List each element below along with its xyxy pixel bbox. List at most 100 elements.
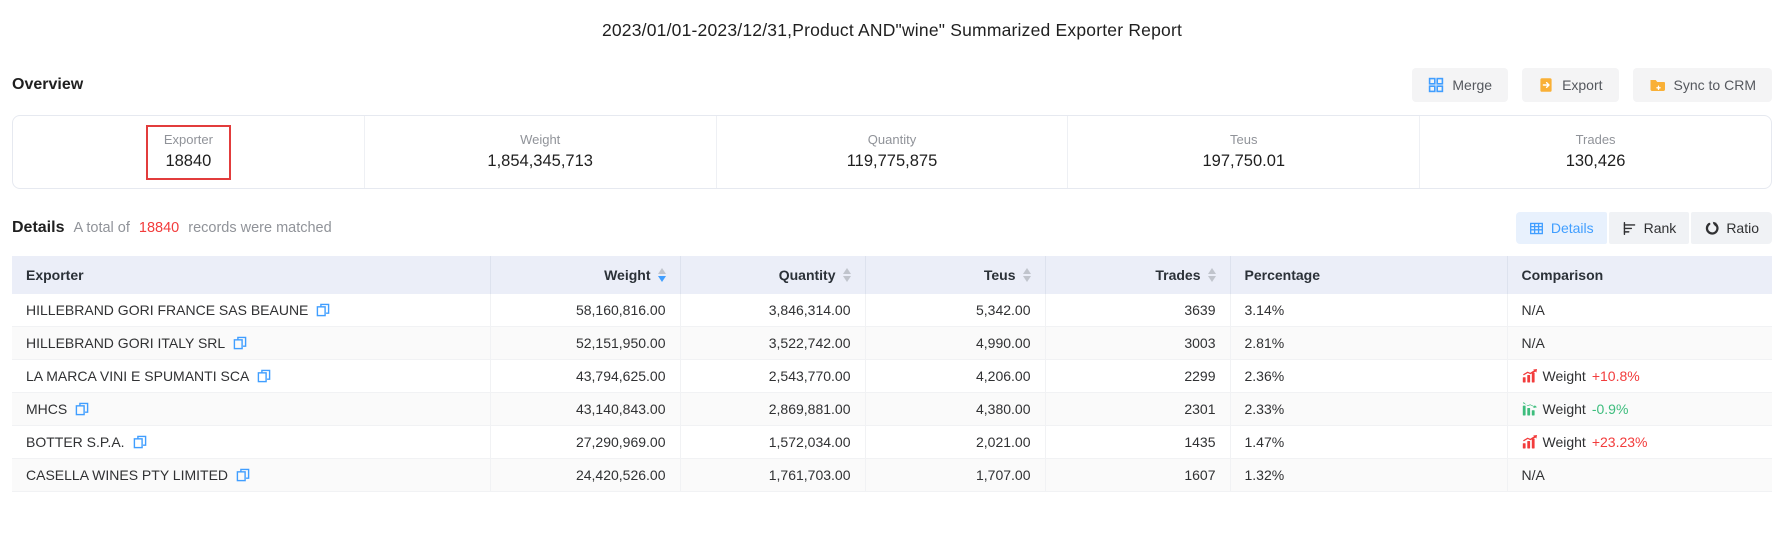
exporter-cell: MHCS	[12, 393, 490, 426]
copy-icon[interactable]	[316, 303, 330, 317]
overview-bar: Overview Merge Export Sync to CRM	[12, 68, 1772, 102]
comparison-na: N/A	[1522, 302, 1545, 318]
column-header-exporter: Exporter	[12, 256, 490, 294]
table-body: HILLEBRAND GORI FRANCE SAS BEAUNE 58,160…	[12, 294, 1772, 492]
tab-label: Details	[1551, 220, 1594, 236]
stat-value: 18840	[164, 152, 213, 171]
trades-cell: 2301	[1045, 393, 1230, 426]
quantity-cell: 1,761,703.00	[680, 459, 865, 492]
column-label: Comparison	[1522, 267, 1604, 283]
tab-details[interactable]: Details	[1516, 212, 1607, 244]
folder-sync-icon	[1649, 77, 1666, 93]
exporter-cell: LA MARCA VINI E SPUMANTI SCA	[12, 360, 490, 393]
percentage-cell: 1.47%	[1230, 426, 1507, 459]
sort-control[interactable]	[1208, 268, 1216, 282]
stat-highlight-box: Exporter 18840	[146, 125, 231, 180]
column-label: Percentage	[1245, 267, 1320, 283]
view-switcher: Details Rank Ratio	[1516, 212, 1772, 244]
comparison-up: Weight +23.23%	[1522, 434, 1759, 450]
exporter-name: MHCS	[26, 401, 67, 417]
details-summary: Details A total of 18840 records were ma…	[12, 219, 332, 237]
column-header-quantity[interactable]: Quantity	[680, 256, 865, 294]
stat-box: Weight 1,854,345,713	[469, 125, 611, 180]
sync-to-crm-button[interactable]: Sync to CRM	[1633, 68, 1772, 102]
sort-caret-up-icon	[1023, 268, 1031, 274]
sort-caret-down-icon	[1023, 276, 1031, 282]
details-heading: Details	[12, 219, 64, 237]
quantity-cell: 1,572,034.00	[680, 426, 865, 459]
sync-to-crm-button-label: Sync to CRM	[1674, 77, 1756, 93]
tab-ratio[interactable]: Ratio	[1691, 212, 1772, 244]
exporter-name: LA MARCA VINI E SPUMANTI SCA	[26, 368, 249, 384]
weight-cell: 24,420,526.00	[490, 459, 680, 492]
percentage-cell: 2.36%	[1230, 360, 1507, 393]
column-header-comparison: Comparison	[1507, 256, 1772, 294]
summary-suffix: records were matched	[188, 220, 331, 236]
stat-weight: Weight 1,854,345,713	[364, 116, 716, 188]
quantity-cell: 2,543,770.00	[680, 360, 865, 393]
trades-cell: 1435	[1045, 426, 1230, 459]
export-button[interactable]: Export	[1522, 68, 1618, 102]
trades-cell: 3639	[1045, 294, 1230, 327]
rank-icon	[1622, 221, 1637, 236]
column-header-teus[interactable]: Teus	[865, 256, 1045, 294]
stat-label: Trades	[1566, 132, 1626, 147]
quantity-cell: 3,522,742.00	[680, 327, 865, 360]
table-icon	[1529, 221, 1544, 236]
column-header-weight[interactable]: Weight	[490, 256, 680, 294]
weight-cell: 27,290,969.00	[490, 426, 680, 459]
stat-label: Quantity	[847, 132, 938, 147]
column-label: Exporter	[26, 267, 84, 283]
tab-label: Ratio	[1726, 220, 1759, 236]
export-icon	[1538, 77, 1554, 93]
sort-caret-down-icon	[843, 276, 851, 282]
copy-icon[interactable]	[257, 369, 271, 383]
sort-caret-down-icon	[1208, 276, 1216, 282]
ratio-icon	[1704, 221, 1719, 236]
exporter-cell: CASELLA WINES PTY LIMITED	[12, 459, 490, 492]
table-row: LA MARCA VINI E SPUMANTI SCA 43,794,625.…	[12, 360, 1772, 393]
weight-cell: 52,151,950.00	[490, 327, 680, 360]
exporter-cell: BOTTER S.P.A.	[12, 426, 490, 459]
stat-label: Weight	[487, 132, 593, 147]
table-row: HILLEBRAND GORI FRANCE SAS BEAUNE 58,160…	[12, 294, 1772, 327]
sort-control[interactable]	[1023, 268, 1031, 282]
teus-cell: 5,342.00	[865, 294, 1045, 327]
column-label: Teus	[984, 267, 1016, 283]
page-title: 2023/01/01-2023/12/31,Product AND"wine" …	[0, 0, 1784, 41]
percentage-cell: 1.32%	[1230, 459, 1507, 492]
exporter-name: BOTTER S.P.A.	[26, 434, 125, 450]
merge-button[interactable]: Merge	[1412, 68, 1508, 102]
column-header-trades[interactable]: Trades	[1045, 256, 1230, 294]
table-row: HILLEBRAND GORI ITALY SRL 52,151,950.00 …	[12, 327, 1772, 360]
trend-down-icon	[1522, 402, 1537, 416]
sort-caret-up-icon	[1208, 268, 1216, 274]
stat-label: Teus	[1202, 132, 1285, 147]
stat-box: Trades 130,426	[1548, 125, 1644, 180]
copy-icon[interactable]	[75, 402, 89, 416]
copy-icon[interactable]	[133, 435, 147, 449]
percentage-cell: 3.14%	[1230, 294, 1507, 327]
exporter-report-page: 2023/01/01-2023/12/31,Product AND"wine" …	[0, 0, 1784, 547]
copy-icon[interactable]	[233, 336, 247, 350]
trades-cell: 3003	[1045, 327, 1230, 360]
comparison-cell: Weight +23.23%	[1507, 426, 1772, 459]
sort-control[interactable]	[843, 268, 851, 282]
trades-cell: 1607	[1045, 459, 1230, 492]
table-row: BOTTER S.P.A. 27,290,969.00 1,572,034.00…	[12, 426, 1772, 459]
copy-icon[interactable]	[236, 468, 250, 482]
table-row: CASELLA WINES PTY LIMITED 24,420,526.00 …	[12, 459, 1772, 492]
stat-value: 130,426	[1566, 152, 1626, 171]
stat-box: Teus 197,750.01	[1184, 125, 1303, 180]
stat-value: 197,750.01	[1202, 152, 1285, 171]
teus-cell: 4,380.00	[865, 393, 1045, 426]
sort-caret-up-icon	[658, 268, 666, 274]
teus-cell: 4,990.00	[865, 327, 1045, 360]
export-button-label: Export	[1562, 77, 1602, 93]
comparison-metric: Weight	[1543, 401, 1586, 417]
tab-label: Rank	[1644, 220, 1677, 236]
tab-rank[interactable]: Rank	[1609, 212, 1690, 244]
sort-control[interactable]	[658, 268, 666, 282]
teus-cell: 1,707.00	[865, 459, 1045, 492]
stat-value: 119,775,875	[847, 152, 938, 171]
